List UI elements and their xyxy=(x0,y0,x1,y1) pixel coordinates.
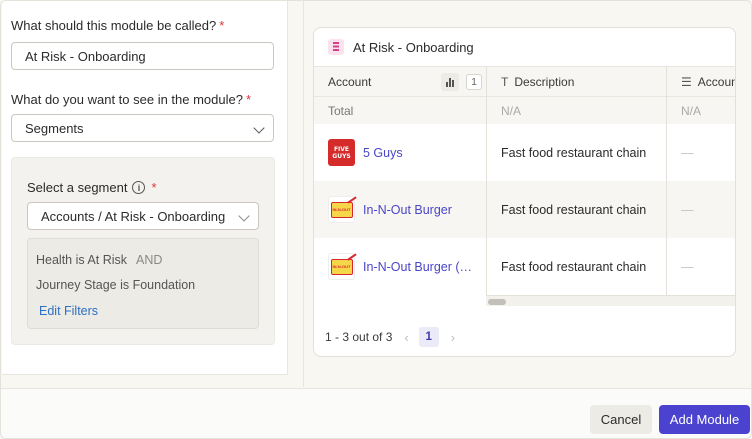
pagination-summary: 1 - 3 out of 3 xyxy=(325,330,393,344)
table-row: FIVE GUYS 5 Guys Fast food restaurant cha… xyxy=(314,124,735,181)
module-form: What should this module be called? * At R… xyxy=(2,1,288,375)
edit-filters-link[interactable]: Edit Filters xyxy=(39,304,98,318)
filter-health: Health is At Risk AND xyxy=(36,253,163,267)
segment-filters: Health is At Risk AND Journey Stage is Fo… xyxy=(27,238,259,329)
required-mark: * xyxy=(219,18,225,33)
module-name-input[interactable]: At Risk - Onboarding xyxy=(11,42,274,70)
bar-chart-icon[interactable] xyxy=(441,73,459,91)
account-cell: IN-N-OUT In-N-Out Burger xyxy=(328,181,452,238)
extra-cell: — xyxy=(681,145,694,160)
five-guys-logo: FIVE GUYS xyxy=(328,139,355,166)
add-module-dialog: What should this module be called? * At R… xyxy=(0,0,752,439)
table-row: IN-N-OUT In-N-Out Burger (… Fast food re… xyxy=(314,238,735,295)
preview-title: At Risk - Onboarding xyxy=(353,39,474,55)
module-name-value: At Risk - Onboarding xyxy=(25,48,146,64)
cancel-button[interactable]: Cancel xyxy=(590,405,652,434)
chevron-down-icon xyxy=(238,210,250,222)
in-n-out-logo: IN-N-OUT xyxy=(328,196,355,223)
required-mark: * xyxy=(151,180,157,195)
horizontal-scrollbar[interactable] xyxy=(486,295,735,306)
account-link[interactable]: In-N-Out Burger xyxy=(363,203,452,217)
name-question: What should this module be called? * xyxy=(11,18,225,33)
description-cell: Fast food restaurant chain xyxy=(501,202,647,217)
content-type-value: Segments xyxy=(25,120,84,136)
total-row: Total N/A N/A xyxy=(314,97,735,124)
add-module-button[interactable]: Add Module xyxy=(659,405,750,434)
table-row: IN-N-OUT In-N-Out Burger Fast food resta… xyxy=(314,181,735,238)
account-count-badge: 1 xyxy=(466,74,482,90)
table-header: Account 1 T Description ☰ Accoun xyxy=(314,67,735,97)
in-n-out-logo: IN-N-OUT xyxy=(328,253,355,280)
account-summary-control[interactable]: 1 xyxy=(441,73,482,91)
page-button[interactable]: 1 xyxy=(418,327,439,347)
content-question: What do you want to see in the module? * xyxy=(11,92,252,107)
account-cell: FIVE GUYS 5 Guys xyxy=(328,124,403,181)
account-cell: IN-N-OUT In-N-Out Burger (… xyxy=(328,238,472,295)
column-divider xyxy=(486,67,487,306)
chevron-right-icon[interactable]: › xyxy=(451,330,455,345)
total-account-more: N/A xyxy=(681,103,702,118)
column-divider xyxy=(666,67,667,306)
extra-cell: — xyxy=(681,259,694,274)
column-account[interactable]: Account xyxy=(328,67,371,97)
chevron-left-icon[interactable]: ‹ xyxy=(404,330,408,345)
module-preview-card: At Risk - Onboarding Account 1 T Descript… xyxy=(313,27,736,357)
filter-journey-stage: Journey Stage is Foundation xyxy=(36,278,196,292)
segment-label: Select a segment i * xyxy=(27,180,157,195)
column-account-more[interactable]: ☰ Accoun xyxy=(681,67,735,97)
total-label: Total xyxy=(328,103,354,118)
segment-panel: Select a segment i * Accounts / At Risk - … xyxy=(11,157,275,345)
content-type-select[interactable]: Segments xyxy=(11,114,274,142)
chevron-down-icon xyxy=(253,122,265,134)
filter-operator: AND xyxy=(136,253,163,267)
module-icon xyxy=(328,39,344,55)
text-type-icon: T xyxy=(501,75,509,89)
extra-cell: — xyxy=(681,202,694,217)
scrollbar-thumb[interactable] xyxy=(488,299,506,305)
required-mark: * xyxy=(245,92,252,107)
column-description[interactable]: T Description xyxy=(501,67,574,97)
description-cell: Fast food restaurant chain xyxy=(501,145,647,160)
segment-select[interactable]: Accounts / At Risk - Onboarding xyxy=(27,202,259,230)
description-cell: Fast food restaurant chain xyxy=(501,259,647,274)
account-link[interactable]: 5 Guys xyxy=(363,146,403,160)
preview-table: Account 1 T Description ☰ Accoun Total N/A… xyxy=(314,66,735,306)
preview-header: At Risk - Onboarding xyxy=(314,28,735,66)
total-description: N/A xyxy=(501,103,522,118)
list-icon: ☰ xyxy=(681,75,692,89)
segment-value: Accounts / At Risk - Onboarding xyxy=(41,208,226,224)
account-link[interactable]: In-N-Out Burger (… xyxy=(363,260,472,274)
pagination: 1 - 3 out of 3 ‹ 1 › xyxy=(314,322,735,352)
info-icon[interactable]: i xyxy=(132,181,146,194)
dialog-footer: Cancel Add Module xyxy=(1,388,751,438)
